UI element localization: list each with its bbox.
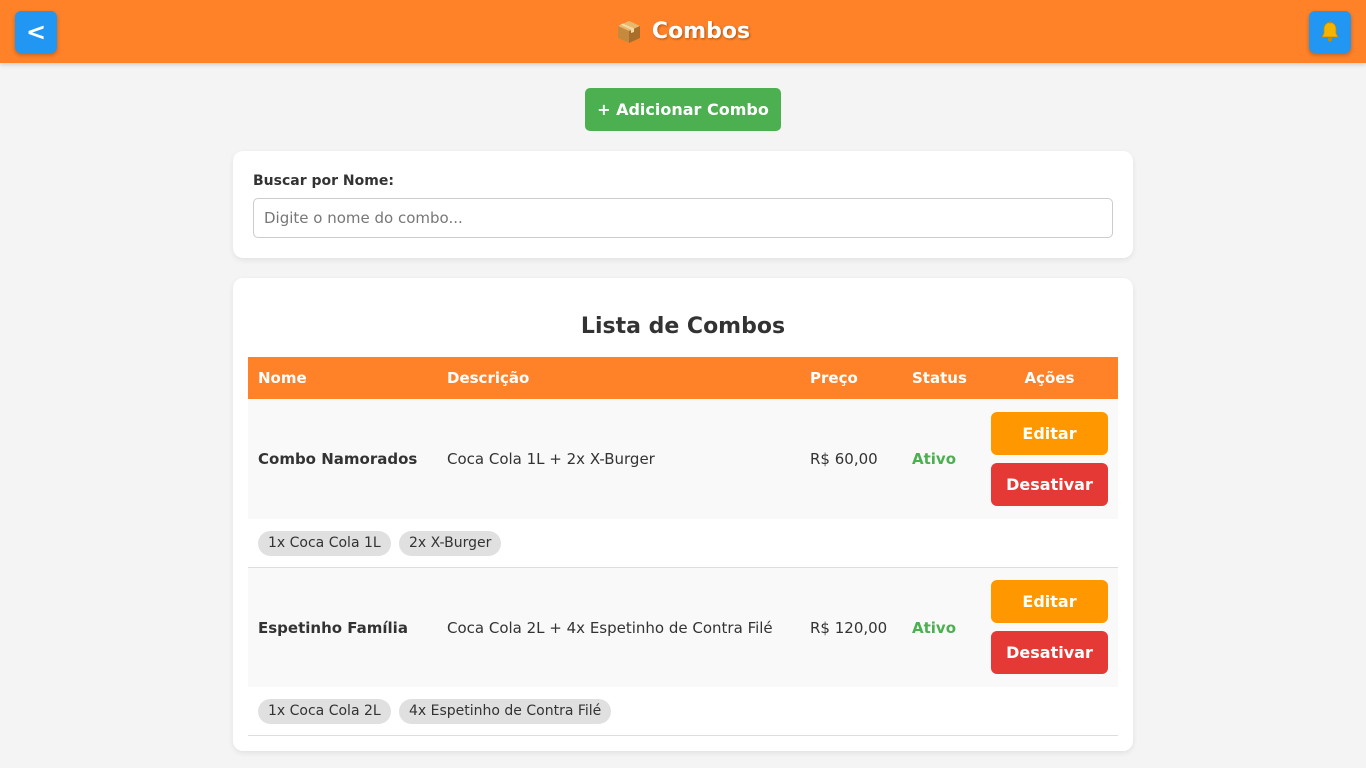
combo-list-card: Lista de Combos Nome Descrição Preço Sta…	[233, 278, 1133, 751]
table-row: Espetinho Família Coca Cola 2L + 4x Espe…	[248, 568, 1118, 688]
status-badge: Ativo	[912, 619, 957, 637]
page-title-text: Combos	[651, 19, 751, 44]
item-chip: 1x Coca Cola 1L	[258, 531, 391, 556]
column-header-nome: Nome	[258, 369, 307, 387]
column-header-status: Status	[912, 369, 967, 387]
combo-name: Combo Namorados	[258, 450, 418, 468]
item-chip: 2x X-Burger	[399, 531, 502, 556]
page-title: Combos	[0, 0, 1366, 63]
search-card: Buscar por Nome:	[233, 151, 1133, 258]
deactivate-button[interactable]: Desativar	[991, 463, 1108, 506]
notifications-button[interactable]	[1309, 11, 1351, 53]
app-header: < Combos	[0, 0, 1366, 63]
deactivate-button[interactable]: Desativar	[991, 631, 1108, 674]
column-header-acoes: Ações	[1024, 369, 1075, 387]
column-header-descricao: Descrição	[447, 369, 530, 387]
table-row: Combo Namorados Coca Cola 1L + 2x X-Burg…	[248, 399, 1118, 519]
edit-button[interactable]: Editar	[991, 412, 1108, 455]
item-chip: 1x Coca Cola 2L	[258, 699, 391, 724]
combo-items-row: 1x Coca Cola 1L 2x X-Burger	[248, 519, 1118, 568]
list-title: Lista de Combos	[580, 314, 786, 339]
combo-description: Coca Cola 2L + 4x Espetinho de Contra Fi…	[447, 619, 773, 637]
status-badge: Ativo	[912, 450, 957, 468]
add-combo-button[interactable]: + Adicionar Combo	[585, 88, 781, 131]
combo-items-row: 1x Coca Cola 2L 4x Espetinho de Contra F…	[248, 687, 1118, 736]
column-header-preco: Preço	[810, 369, 858, 387]
bell-icon	[1321, 21, 1339, 42]
back-button[interactable]: <	[15, 11, 57, 53]
search-input[interactable]	[253, 198, 1113, 238]
table-header: Nome Descrição Preço Status Ações	[248, 357, 1118, 399]
combo-price: R$ 120,00	[810, 619, 888, 637]
package-icon	[617, 20, 640, 43]
item-chip: 4x Espetinho de Contra Filé	[399, 699, 612, 724]
combo-description: Coca Cola 1L + 2x X-Burger	[447, 450, 655, 468]
combo-price: R$ 60,00	[810, 450, 878, 468]
edit-button[interactable]: Editar	[991, 580, 1108, 623]
combo-name: Espetinho Família	[258, 619, 408, 637]
search-label: Buscar por Nome:	[253, 173, 394, 189]
